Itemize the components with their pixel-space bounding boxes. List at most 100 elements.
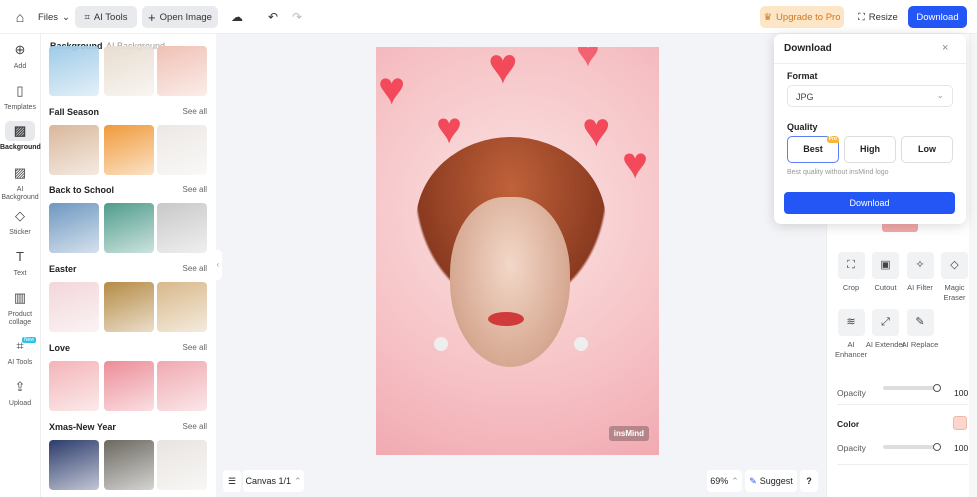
- open-image-button[interactable]: + Open Image: [142, 6, 218, 28]
- background-thumbnail[interactable]: [104, 440, 154, 490]
- background-thumbnail[interactable]: [157, 203, 207, 253]
- section-header: Fall Season See all: [49, 107, 207, 117]
- opacity-slider[interactable]: [883, 386, 938, 390]
- quality-label: Quality: [787, 122, 818, 132]
- see-all-link[interactable]: See all: [183, 185, 207, 195]
- see-all-link[interactable]: See all: [183, 107, 207, 117]
- format-label: Format: [787, 71, 818, 81]
- scrollbar[interactable]: [969, 34, 977, 497]
- background-thumbnail[interactable]: [49, 46, 99, 96]
- heart-decoration: ♥: [582, 104, 611, 157]
- see-all-link[interactable]: See all: [183, 264, 207, 274]
- background-thumbnail[interactable]: [157, 125, 207, 175]
- rail-item-ai-background[interactable]: ▨ AI Background: [0, 163, 40, 202]
- rail-item-label: Upload: [8, 400, 32, 407]
- quality-best[interactable]: Best Pro: [787, 136, 839, 163]
- undo-icon[interactable]: ↶: [264, 6, 282, 28]
- quality-low[interactable]: Low: [901, 136, 953, 163]
- download-button[interactable]: Download: [908, 6, 967, 28]
- format-select[interactable]: JPG ⌄: [787, 85, 953, 107]
- heart-decoration: ♥: [622, 139, 649, 188]
- color-opacity-slider[interactable]: [883, 445, 938, 449]
- plus-icon: +: [148, 9, 156, 25]
- tool-ai-replace[interactable]: ✎ AI Replace: [900, 309, 940, 350]
- zoom-value: 69%: [710, 476, 729, 486]
- canvas-image[interactable]: ♥ ♥ ♥ ♥ ♥ ♥ insMind: [376, 47, 659, 455]
- collapse-panel-handle[interactable]: ‹: [214, 250, 222, 280]
- rail-item-templates[interactable]: ▯ Templates: [0, 81, 40, 112]
- section-title: Back to School: [49, 185, 115, 195]
- background-thumbnail[interactable]: [104, 46, 154, 96]
- ai-filter-icon: ✧: [906, 252, 934, 279]
- cutout-icon: ▣: [872, 252, 899, 279]
- zoom-selector[interactable]: 69% ⌃: [707, 470, 742, 492]
- tool-label: AI Replace: [901, 340, 939, 349]
- top-bar: ⌂ Files ⌄ ⌗ AI Tools + Open Image ☁ ↶ ↷ ♛ Up…: [0, 0, 977, 34]
- home-icon[interactable]: ⌂: [8, 6, 32, 28]
- rail-item-background[interactable]: ▨ Background: [0, 121, 41, 152]
- watermark: insMind: [608, 426, 649, 441]
- left-rail: ⊕ Add ▯ Templates ▨ Background ▨ AI Background ◇…: [0, 34, 41, 497]
- background-thumbnail[interactable]: [104, 361, 154, 411]
- rail-item-sticker[interactable]: ◇ Sticker: [0, 206, 40, 237]
- face: [450, 197, 570, 367]
- redo-icon[interactable]: ↷: [288, 6, 306, 28]
- resize-button[interactable]: ⛶ Resize: [855, 6, 901, 28]
- color-swatch[interactable]: [953, 416, 967, 430]
- color-label: Color: [837, 419, 860, 429]
- crop-icon: ⛶: [858, 11, 865, 23]
- ai-tools-button[interactable]: ⌗ AI Tools: [75, 6, 137, 28]
- background-thumbnail[interactable]: [104, 282, 154, 332]
- background-thumbnail[interactable]: [157, 361, 207, 411]
- canvas-selector[interactable]: Canvas 1/1 ⌃: [243, 470, 304, 492]
- rail-item-label: Templates: [4, 104, 36, 111]
- background-thumbnail[interactable]: [49, 125, 99, 175]
- section-header: Back to School See all: [49, 185, 207, 195]
- files-label: Files: [37, 11, 59, 23]
- background-thumbnail[interactable]: [104, 203, 154, 253]
- rail-item-label: Sticker: [9, 229, 31, 236]
- popup-download-button[interactable]: Download: [784, 192, 955, 214]
- background-thumbnail[interactable]: [157, 440, 207, 490]
- background-thumbnail[interactable]: [49, 361, 99, 411]
- files-menu[interactable]: Files ⌄: [36, 6, 72, 28]
- rail-item-label: AI Tools: [7, 359, 33, 366]
- rail-item-label: Background: [0, 144, 41, 151]
- background-thumbnail[interactable]: [49, 440, 99, 490]
- close-icon[interactable]: ×: [942, 42, 948, 54]
- rail-item-product-collage[interactable]: ▥ Product collage: [0, 288, 40, 327]
- quality-high[interactable]: High: [844, 136, 896, 163]
- section-title: Fall Season: [49, 107, 100, 117]
- ai-icon: ⌗: [84, 11, 90, 23]
- heart-decoration: ♥: [576, 47, 600, 75]
- crown-icon: ♛: [763, 11, 773, 23]
- heart-decoration: ♥: [436, 104, 463, 153]
- text-icon: T: [16, 249, 24, 264]
- background-thumbnail[interactable]: [49, 203, 99, 253]
- suggest-button[interactable]: ✎ Suggest: [745, 470, 797, 492]
- rail-item-text[interactable]: T Text: [0, 247, 40, 278]
- layers-icon[interactable]: ☰: [223, 470, 241, 492]
- rail-item-label: Add: [13, 63, 27, 70]
- background-thumbnail[interactable]: [157, 282, 207, 332]
- opacity-slider-handle[interactable]: [933, 384, 941, 392]
- cloud-icon[interactable]: ☁: [228, 6, 246, 28]
- color-opacity-slider-handle[interactable]: [933, 443, 941, 451]
- background-thumbnail[interactable]: [157, 46, 207, 96]
- rail-item-upload[interactable]: ⇪ Upload: [0, 377, 40, 408]
- ai-tools-label: AI Tools: [93, 11, 128, 23]
- background-thumbnail[interactable]: [104, 125, 154, 175]
- upgrade-button[interactable]: ♛ Upgrade to Pro: [760, 6, 844, 28]
- see-all-link[interactable]: See all: [183, 343, 207, 353]
- rail-item-ai-tools[interactable]: ⌗ AI Tools New: [0, 336, 40, 367]
- lips: [488, 312, 524, 326]
- see-all-link[interactable]: See all: [183, 422, 207, 432]
- rail-item-add[interactable]: ⊕ Add: [0, 40, 40, 71]
- background-icon: ▨: [5, 121, 35, 141]
- background-thumbnail[interactable]: [49, 282, 99, 332]
- crop-icon: ⛶: [837, 252, 865, 279]
- color-opacity-label: Opacity: [837, 443, 866, 453]
- upload-icon: ⇪: [14, 379, 26, 394]
- pro-badge: Pro: [826, 136, 839, 143]
- help-button[interactable]: ?: [800, 470, 818, 492]
